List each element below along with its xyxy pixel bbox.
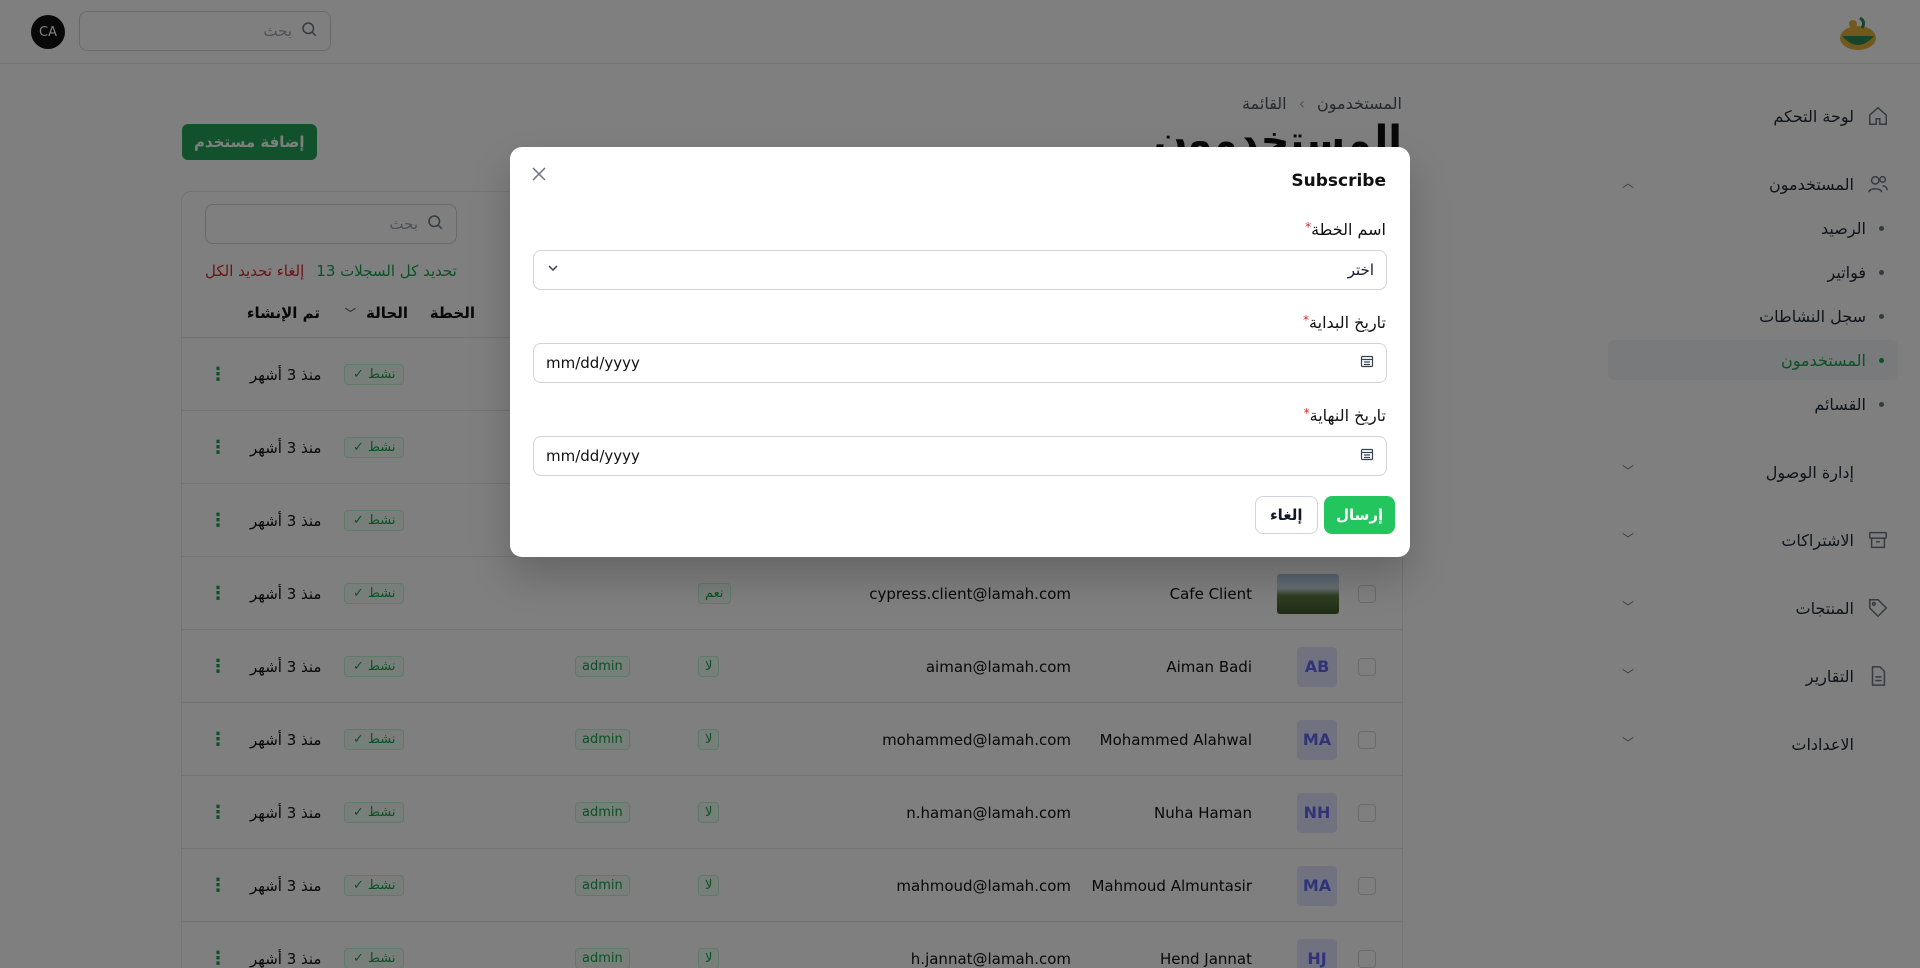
close-icon[interactable] <box>528 163 550 185</box>
select-value: اختر <box>1347 261 1374 279</box>
date-value: mm/dd/yyyy <box>546 354 640 372</box>
subscribe-dialog: Subscribe اسم الخطة* اختر تاريخ البداية*… <box>510 147 1410 557</box>
chevron-down-icon <box>546 261 560 279</box>
end-date-label: تاريخ النهاية* <box>1304 406 1386 425</box>
plan-name-select[interactable]: اختر <box>533 250 1387 290</box>
label-text: تاريخ النهاية <box>1309 406 1386 425</box>
dialog-title: Subscribe <box>1291 171 1386 191</box>
cancel-button[interactable]: إلغاء <box>1255 496 1318 534</box>
end-date-input[interactable]: mm/dd/yyyy <box>533 436 1387 476</box>
label-text: تاريخ البداية <box>1309 313 1386 332</box>
start-date-label: تاريخ البداية* <box>1303 313 1386 332</box>
date-value: mm/dd/yyyy <box>546 447 640 465</box>
submit-button[interactable]: إرسال <box>1324 496 1396 534</box>
start-date-input[interactable]: mm/dd/yyyy <box>533 343 1387 383</box>
plan-name-label: اسم الخطة* <box>1305 220 1386 239</box>
calendar-icon[interactable] <box>1360 354 1374 372</box>
calendar-icon[interactable] <box>1360 447 1374 465</box>
label-text: اسم الخطة <box>1311 220 1386 239</box>
